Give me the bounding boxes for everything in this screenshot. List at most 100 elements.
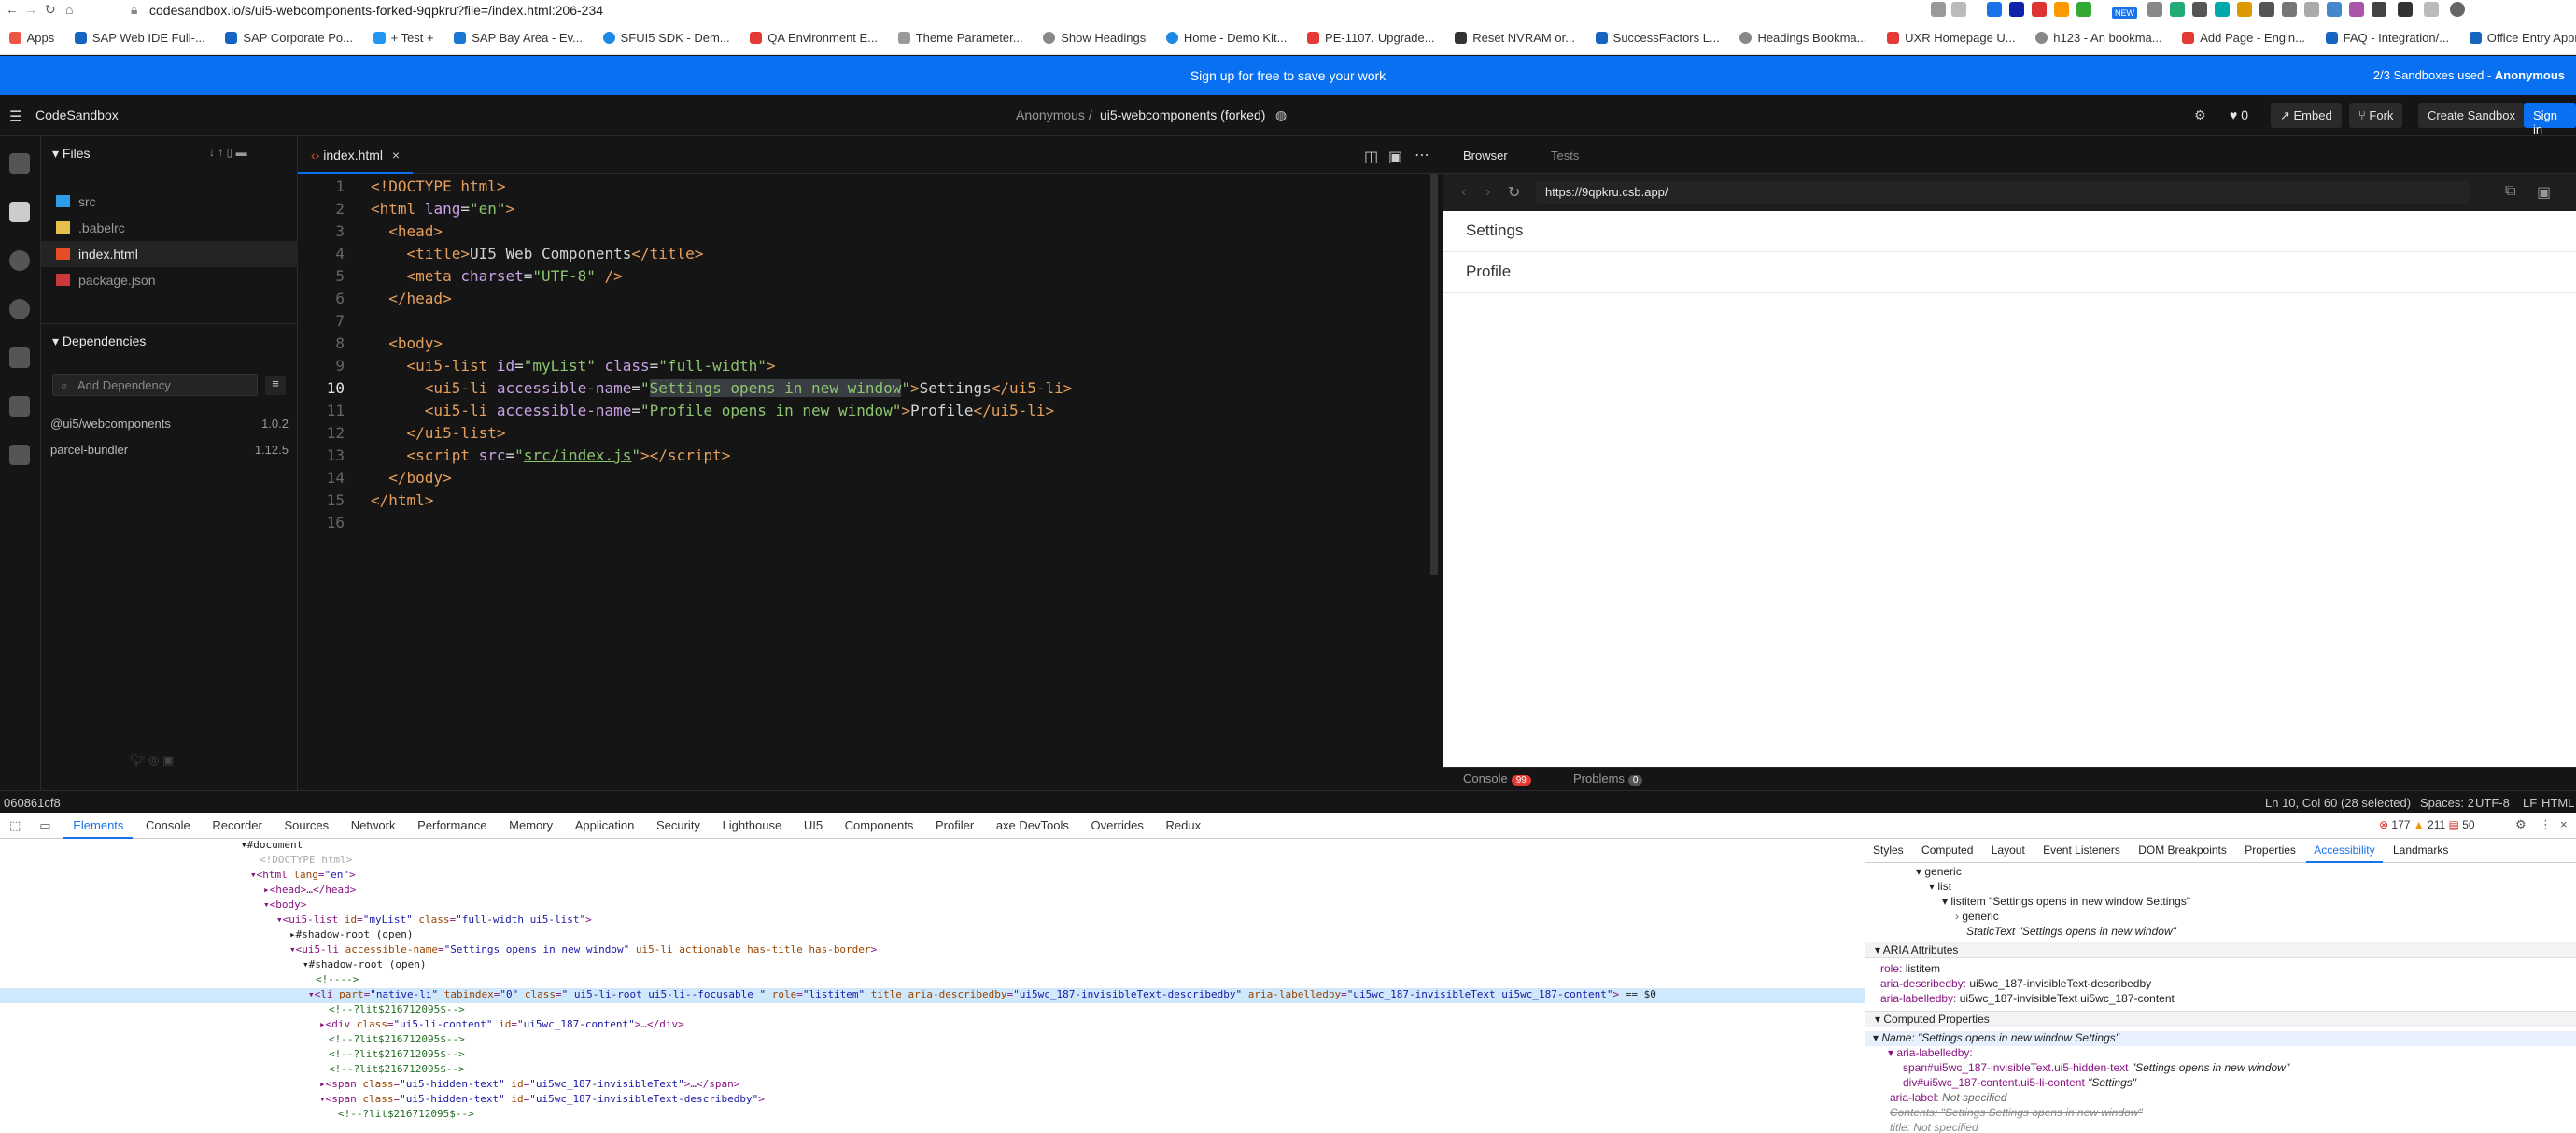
tab-elements[interactable]: Elements: [63, 813, 134, 839]
add-dependency-input[interactable]: ⌕ Add Dependency: [52, 374, 258, 396]
list-item-profile[interactable]: Profile: [1443, 252, 2576, 293]
download-icon[interactable]: [1931, 2, 1946, 17]
sandbox-name[interactable]: ui5-webcomponents (forked): [1100, 107, 1265, 122]
tab-console[interactable]: Console: [136, 813, 200, 839]
dom-node[interactable]: ▾<html lang="en">: [250, 869, 356, 884]
close-icon[interactable]: ×: [392, 148, 400, 163]
tab-browser[interactable]: Browser: [1463, 149, 1508, 163]
tab-properties[interactable]: Properties: [2237, 839, 2303, 863]
tab-ui5[interactable]: UI5: [795, 813, 832, 839]
gear-icon[interactable]: [9, 299, 30, 319]
file-actions-icon[interactable]: ↓ ↑ ▯ ▬: [209, 146, 247, 159]
tab-computed[interactable]: Computed: [1914, 839, 1980, 863]
console-tab[interactable]: Console 99: [1463, 772, 1531, 786]
share-icon[interactable]: [1951, 2, 1966, 17]
tab-performance[interactable]: Performance: [408, 813, 496, 839]
dom-node[interactable]: ▾<ui5-li accessible-name="Settings opens…: [289, 943, 877, 958]
cube-icon[interactable]: [9, 153, 30, 174]
bookmark[interactable]: Home - Demo Kit...: [1165, 21, 1287, 54]
indent-spaces[interactable]: Spaces: 2: [2420, 796, 2474, 810]
bookmark[interactable]: Reset NVRAM or...: [1455, 21, 1575, 54]
selected-dom-node[interactable]: ▾<li part="native-li" tabindex="0" class…: [0, 988, 1865, 1003]
bookmark[interactable]: Show Headings: [1043, 21, 1146, 54]
back-icon[interactable]: ‹: [1461, 184, 1466, 201]
extension-icon[interactable]: [1987, 2, 2002, 17]
dom-node[interactable]: ▸#shadow-root (open): [289, 928, 413, 943]
tab-tests[interactable]: Tests: [1551, 149, 1579, 163]
reload-icon[interactable]: ↻: [1508, 183, 1520, 202]
tab-memory[interactable]: Memory: [500, 813, 562, 839]
dom-node[interactable]: ▾<span class="ui5-hidden-text" id="ui5wc…: [319, 1093, 765, 1108]
code-editor[interactable]: 1 2 3 4 5 6 7 8 9 10 11 12 13 14 15 16 <…: [298, 174, 1443, 790]
ax-tree-node[interactable]: › generic: [1955, 910, 1999, 925]
gear-icon[interactable]: ⚙: [2194, 107, 2206, 123]
open-window-icon[interactable]: ⧉: [2505, 183, 2515, 200]
dependency-item[interactable]: @ui5/webcomponents 1.0.2: [50, 417, 289, 431]
extension-icon[interactable]: [2259, 2, 2274, 17]
home-icon[interactable]: ⌂: [65, 2, 73, 17]
file-explorer-icon[interactable]: [9, 202, 30, 222]
fullscreen-icon[interactable]: ▣: [2537, 183, 2551, 202]
forward-icon[interactable]: →: [24, 2, 37, 17]
dom-node[interactable]: ▾#shadow-root (open): [303, 958, 426, 973]
list-icon[interactable]: ≡: [265, 376, 286, 395]
gear-icon[interactable]: ⚙: [2515, 817, 2527, 832]
extension-icon[interactable]: [2032, 2, 2047, 17]
tab-redux[interactable]: Redux: [1156, 813, 1210, 839]
dom-node[interactable]: ▾<ui5-list id="myList" class="full-width…: [276, 913, 592, 928]
tab-index-html[interactable]: ‹› index.html ×: [298, 136, 414, 174]
problems-tab[interactable]: Problems 0: [1573, 772, 1643, 786]
file-item-package-json[interactable]: package.json: [41, 267, 298, 293]
create-sandbox-button[interactable]: Create Sandbox: [2418, 103, 2525, 128]
bookmark[interactable]: SAP Bay Area - Ev...: [454, 21, 583, 54]
extension-icon[interactable]: [2147, 2, 2162, 17]
dom-node[interactable]: ▾<body>: [263, 899, 306, 913]
bookmark[interactable]: QA Environment E...: [750, 21, 878, 54]
tab-network[interactable]: Network: [342, 813, 405, 839]
labelledby-ref[interactable]: div#ui5wc_187-content.ui5-li-content "Se…: [1903, 1076, 2136, 1091]
extension-icon[interactable]: [2192, 2, 2207, 17]
ax-tree-node[interactable]: ▾ list: [1929, 880, 1951, 895]
bookmark[interactable]: Add Page - Engin...: [2182, 21, 2305, 54]
bookmark[interactable]: SuccessFactors L...: [1595, 21, 1720, 54]
tab-recorder[interactable]: Recorder: [203, 813, 271, 839]
bookmark[interactable]: h123 - An bookma...: [2035, 21, 2162, 54]
bookmark[interactable]: UXR Homepage U...: [1887, 21, 2016, 54]
tab-accessibility[interactable]: Accessibility: [2306, 839, 2383, 863]
tab-profiler[interactable]: Profiler: [926, 813, 983, 839]
extension-icon[interactable]: [2054, 2, 2069, 17]
puzzle-icon[interactable]: [2372, 2, 2386, 17]
extension-icon[interactable]: [2327, 2, 2342, 17]
issue-counts[interactable]: ⊗ 177 ▲ 211 ▤ 50: [2379, 818, 2475, 831]
language[interactable]: HTML: [2541, 796, 2574, 810]
app-logo[interactable]: CodeSandbox: [35, 107, 119, 122]
extension-icon[interactable]: [2282, 2, 2297, 17]
banner-text[interactable]: Sign up for free to save your work: [0, 68, 2576, 83]
bookmark[interactable]: PE-1107. Upgrade...: [1307, 21, 1435, 54]
bookmark[interactable]: + Test +: [373, 21, 434, 54]
tab-landmarks[interactable]: Landmarks: [2386, 839, 2456, 863]
preview-url-input[interactable]: https://9qpkru.csb.app/: [1536, 181, 2470, 204]
dependencies-section-header[interactable]: ▾ Dependencies: [41, 323, 298, 355]
tab-axe-devtools[interactable]: axe DevTools: [987, 813, 1078, 839]
bookmark[interactable]: SFUI5 SDK - Dem...: [602, 21, 730, 54]
file-item-index-html[interactable]: index.html: [41, 241, 298, 267]
tab-styles[interactable]: Styles: [1865, 839, 1911, 863]
extension-icon[interactable]: [2170, 2, 2185, 17]
tab-layout[interactable]: Layout: [1984, 839, 2033, 863]
dom-node[interactable]: ▸<head>…</head>: [263, 884, 356, 899]
dom-node[interactable]: ▸<div class="ui5-li-content" id="ui5wc_1…: [319, 1018, 684, 1033]
tab-sources[interactable]: Sources: [274, 813, 338, 839]
list-item-settings[interactable]: Settings: [1443, 211, 2576, 252]
users-icon[interactable]: [9, 445, 30, 465]
file-item-babelrc[interactable]: .babelrc: [41, 215, 298, 241]
github-icon[interactable]: [9, 347, 30, 368]
embed-button[interactable]: ↗ Embed: [2271, 103, 2342, 128]
bookmark[interactable]: Office Entry Appr...: [2469, 21, 2576, 54]
rocket-icon[interactable]: [9, 396, 30, 417]
address-bar[interactable]: codesandbox.io/s/ui5-webcomponents-forke…: [149, 3, 603, 18]
extension-icon[interactable]: [2215, 2, 2230, 17]
computed-properties-header[interactable]: ▾ Computed Properties: [1865, 1011, 2576, 1027]
device-icon[interactable]: ▭: [30, 813, 60, 839]
bookmark[interactable]: Theme Parameter...: [897, 21, 1023, 54]
